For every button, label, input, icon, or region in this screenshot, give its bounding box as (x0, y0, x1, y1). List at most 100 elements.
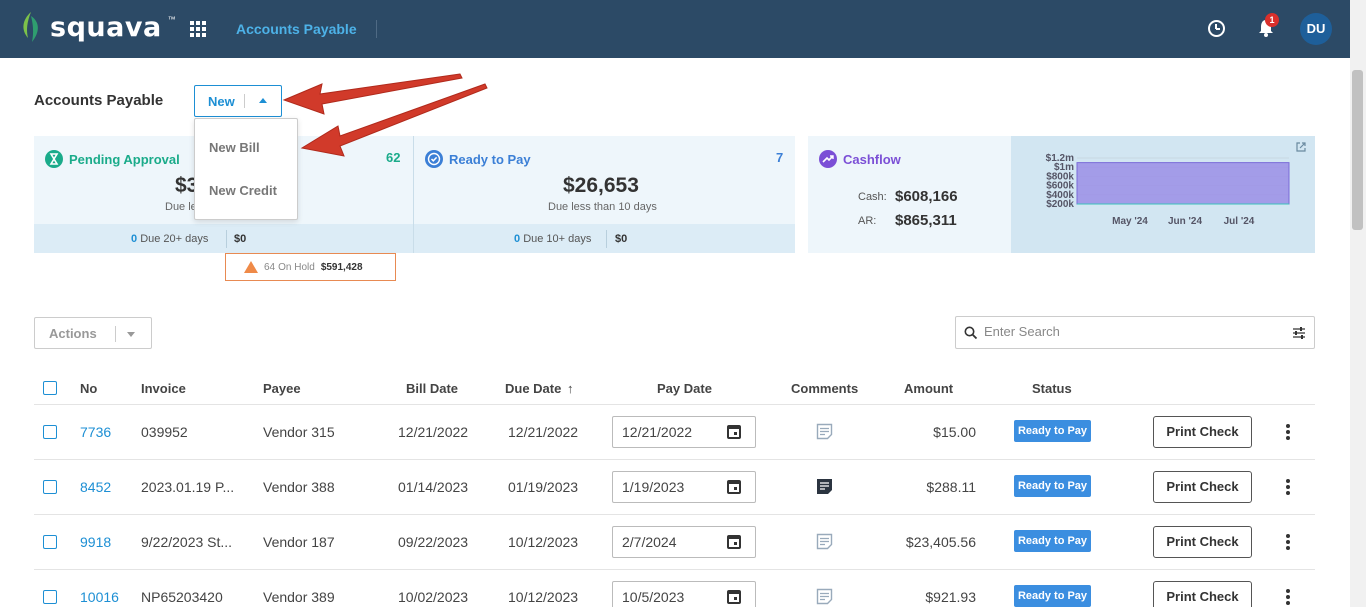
scrollbar-thumb[interactable] (1352, 70, 1363, 230)
row-divider (34, 459, 1315, 460)
payee-cell: Vendor 388 (263, 479, 335, 495)
calendar-icon[interactable] (727, 590, 741, 604)
cashflow-title: Cashflow (843, 151, 901, 167)
pending-due-later-count: 0 (131, 233, 138, 245)
more-options-icon[interactable] (1285, 589, 1291, 605)
comment-empty-icon[interactable] (816, 588, 833, 605)
pending-due-later-amount: $0 (234, 233, 247, 245)
comment-filled-icon[interactable] (816, 478, 833, 495)
ready-count: 7 (776, 150, 784, 165)
col-header-pay-date[interactable]: Pay Date (657, 381, 712, 396)
amount-cell: $23,405.56 (905, 534, 976, 550)
pending-subtext: Due le (165, 201, 197, 213)
pending-due-later[interactable]: 0 Due 20+ days (131, 233, 208, 245)
more-options-icon[interactable] (1285, 424, 1291, 440)
row-checkbox[interactable] (43, 480, 57, 494)
on-hold-amount: $591,428 (320, 261, 363, 273)
actions-dropdown[interactable]: Actions (34, 317, 152, 349)
bill-date-cell: 12/21/2022 (398, 424, 469, 440)
ready-amount: $26,653 (563, 174, 639, 197)
due-date-cell: 01/19/2023 (508, 479, 579, 495)
pay-date-field[interactable]: 2/7/2024 (612, 526, 756, 558)
menu-item-new-bill[interactable]: New Bill (209, 140, 260, 155)
print-check-button[interactable]: Print Check (1153, 471, 1252, 503)
col-header-due-date[interactable]: Due Date ↑ (505, 381, 573, 396)
amount-cell: $288.11 (926, 479, 976, 495)
more-options-icon[interactable] (1285, 479, 1291, 495)
calendar-icon[interactable] (727, 535, 741, 549)
menu-item-new-credit[interactable]: New Credit (209, 183, 277, 198)
ready-due-later-label: Due 10+ days (523, 233, 592, 245)
bill-number-link[interactable]: 8452 (80, 479, 111, 495)
ar-label: AR: (858, 215, 877, 227)
pay-date-field[interactable]: 12/21/2022 (612, 416, 756, 448)
annotation-arrows (282, 73, 488, 157)
button-divider (244, 94, 245, 108)
select-all-checkbox[interactable] (43, 381, 57, 395)
comment-empty-icon[interactable] (816, 533, 833, 550)
row-checkbox[interactable] (43, 590, 57, 604)
bill-date-cell: 01/14/2023 (398, 479, 469, 495)
notification-badge: 1 (1265, 13, 1279, 27)
header-divider (34, 404, 1315, 405)
col-header-status[interactable]: Status (1032, 381, 1072, 396)
status-badge: Ready to Pay (1014, 420, 1091, 442)
apps-grid-icon[interactable] (190, 21, 206, 37)
search-input[interactable] (984, 324, 1274, 339)
print-check-button[interactable]: Print Check (1153, 526, 1252, 558)
warning-icon (244, 261, 258, 273)
bill-number-link[interactable]: 9918 (80, 534, 111, 550)
expand-icon[interactable] (1295, 141, 1307, 153)
user-avatar[interactable]: DU (1300, 13, 1332, 45)
comment-empty-icon[interactable] (816, 423, 833, 440)
bill-number-link[interactable]: 10016 (80, 589, 119, 605)
bill-date-cell: 10/02/2023 (398, 589, 469, 605)
calendar-icon[interactable] (727, 480, 741, 494)
more-options-icon[interactable] (1285, 534, 1291, 550)
nav-title[interactable]: Accounts Payable (236, 21, 357, 37)
ready-due-later[interactable]: 0 Due 10+ days (514, 233, 591, 245)
sort-ascending-icon: ↑ (566, 381, 574, 396)
pay-date-field[interactable]: 1/19/2023 (612, 471, 756, 503)
ar-value: $865,311 (895, 212, 957, 229)
cashflow-chart-panel[interactable]: $1.2m $1m $800k $600k $400k $200k May '24 Jun '… (1011, 136, 1315, 253)
new-dropdown-button[interactable]: New (194, 85, 282, 117)
row-checkbox[interactable] (43, 535, 57, 549)
col-header-invoice[interactable]: Invoice (141, 381, 186, 396)
col-header-comments[interactable]: Comments (791, 381, 858, 396)
due-date-cell: 10/12/2023 (508, 534, 579, 550)
clock-icon[interactable] (1208, 20, 1225, 37)
status-badge: Ready to Pay (1014, 475, 1091, 497)
nav-divider (376, 20, 377, 38)
ready-footer (414, 224, 795, 253)
actions-divider (115, 326, 116, 342)
on-hold-count: 64 (264, 261, 276, 273)
col-header-amount[interactable]: Amount (904, 381, 953, 396)
pay-date-value: 2/7/2024 (622, 534, 677, 550)
pending-approval-title: Pending Approval (69, 151, 180, 167)
bill-number-link[interactable]: 7736 (80, 424, 111, 440)
actions-label: Actions (49, 326, 97, 341)
new-button-label: New (208, 93, 235, 109)
print-check-button[interactable]: Print Check (1153, 581, 1252, 607)
search-box[interactable] (955, 316, 1315, 349)
calendar-icon[interactable] (727, 425, 741, 439)
pay-date-field[interactable]: 10/5/2023 (612, 581, 756, 607)
bill-date-cell: 09/22/2023 (398, 534, 469, 550)
filter-sliders-icon[interactable] (1292, 326, 1306, 340)
col-header-payee[interactable]: Payee (263, 381, 301, 396)
row-divider (34, 514, 1315, 515)
on-hold-indicator[interactable]: 64 On Hold $591,428 (225, 253, 396, 281)
trending-up-icon (819, 150, 837, 168)
row-checkbox[interactable] (43, 425, 57, 439)
amount-cell: $15.00 (933, 424, 976, 440)
chart-x-tick-label: May '24 (1112, 216, 1148, 227)
col-header-bill-date[interactable]: Bill Date (406, 381, 458, 396)
col-header-no[interactable]: No (80, 381, 97, 396)
cash-label: Cash: (858, 191, 887, 203)
squava-logo[interactable]: squava ™ (18, 10, 176, 44)
status-badge: Ready to Pay (1014, 530, 1091, 552)
footer-divider (606, 230, 607, 248)
print-check-button[interactable]: Print Check (1153, 416, 1252, 448)
chart-x-tick-label: Jul '24 (1224, 216, 1255, 227)
